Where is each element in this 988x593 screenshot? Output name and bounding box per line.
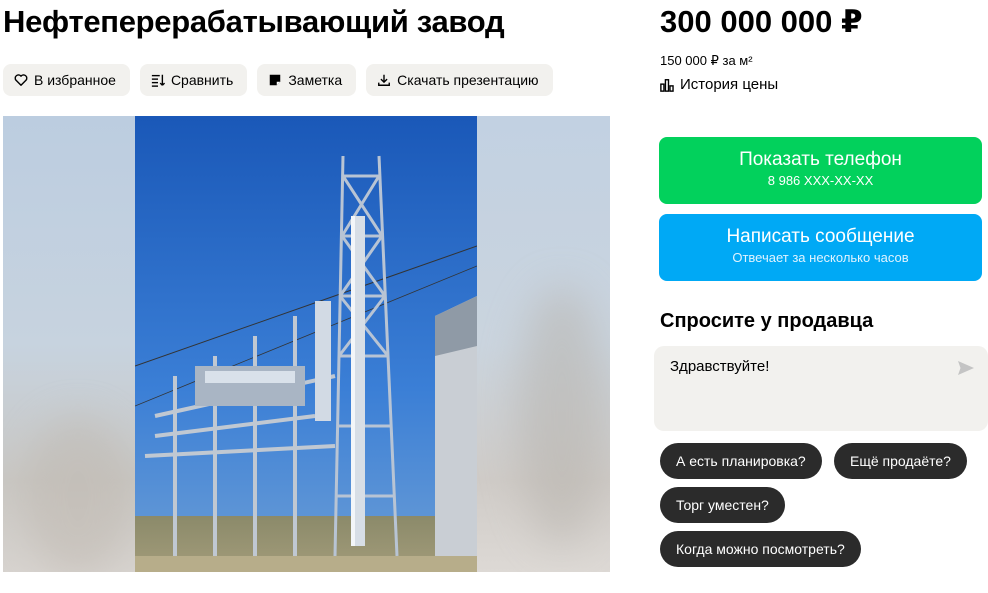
write-message-label: Написать сообщение [726, 226, 915, 247]
show-phone-button[interactable]: Показать телефон 8 986 XXX-XX-XX [659, 137, 982, 204]
suggestion-chip[interactable]: Торг уместен? [660, 487, 785, 523]
show-phone-label: Показать телефон [739, 149, 902, 170]
listing-price: 300 000 000 ₽ [660, 4, 863, 39]
write-message-button[interactable]: Написать сообщение Отвечает за несколько… [659, 214, 982, 281]
note-icon [270, 74, 281, 86]
price-per-sqm: 150 000 ₽ за м² [660, 53, 753, 68]
photo-gallery[interactable] [3, 116, 610, 572]
action-bar: В избранное Сравнить Заметка Скачать пре… [3, 64, 553, 96]
response-time: Отвечает за несколько часов [732, 250, 909, 265]
heart-icon [14, 74, 28, 86]
phone-masked: 8 986 XXX-XX-XX [767, 173, 874, 188]
compare-icon [151, 74, 165, 87]
download-icon [378, 74, 391, 86]
note-button[interactable]: Заметка [257, 64, 357, 96]
refinery-image [135, 116, 477, 572]
favorite-button[interactable]: В избранное [3, 64, 130, 96]
send-icon[interactable] [957, 360, 975, 376]
compare-button[interactable]: Сравнить [139, 64, 248, 96]
compare-label: Сравнить [170, 72, 234, 88]
price-history-label: История цены [680, 76, 779, 93]
gallery-blur-left [3, 116, 135, 572]
suggestion-chip[interactable]: А есть планировка? [660, 443, 822, 479]
chart-bars-icon [660, 78, 674, 92]
ask-seller-heading: Спросите у продавца [660, 310, 874, 332]
note-label: Заметка [288, 72, 343, 88]
listing-title: Нефтеперерабатывающий завод [3, 4, 505, 39]
listing-photo[interactable] [135, 116, 477, 572]
download-presentation-button[interactable]: Скачать презентацию [366, 64, 553, 96]
suggestion-chip[interactable]: Ещё продаёте? [834, 443, 967, 479]
gallery-blur-right [477, 116, 610, 572]
suggestion-chip[interactable]: Когда можно посмотреть? [660, 531, 861, 567]
favorite-label: В избранное [34, 72, 116, 88]
download-label: Скачать презентацию [397, 72, 539, 88]
price-history-link[interactable]: История цены [660, 76, 778, 93]
seller-message-input[interactable]: Здравствуйте! [654, 346, 988, 431]
